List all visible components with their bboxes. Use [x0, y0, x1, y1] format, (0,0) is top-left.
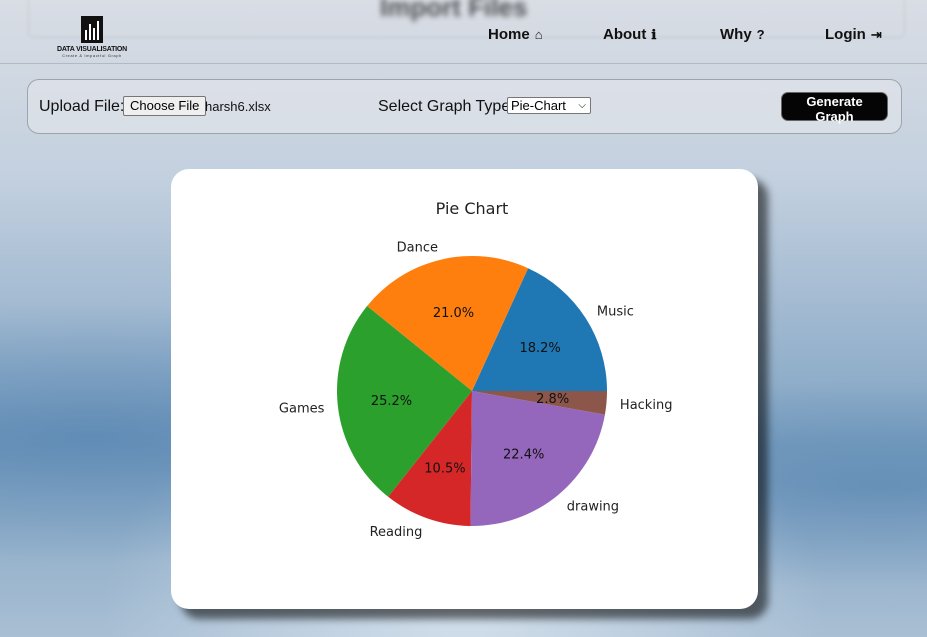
nav-why-link[interactable]: Why?	[720, 26, 765, 43]
logo-tagline: Create & Impactful Graph	[62, 53, 122, 58]
sign-in-icon: ⇥	[870, 27, 882, 42]
pie-pct-label-hacking: 2.8%	[536, 392, 569, 407]
brand-logo[interactable]: DATA VISUALISATION Create & Impactful Gr…	[52, 16, 132, 64]
graph-type-label: Select Graph Type:	[378, 98, 515, 115]
info-icon: ℹ	[651, 27, 657, 42]
pie-category-label-reading: Reading	[370, 525, 423, 540]
chevron-down-icon: ⌵	[578, 100, 586, 111]
logo-name: DATA VISUALISATION	[56, 46, 128, 53]
pie-category-label-music: Music	[597, 305, 634, 320]
bar-chart-logo-icon	[81, 16, 103, 43]
pie-chart: Pie Chart 18.2% Music 21.0% Dance 25.2% Games…	[279, 199, 673, 540]
choose-file-button[interactable]: Choose File	[123, 96, 207, 116]
pie-pct-label-reading: 10.5%	[424, 461, 465, 476]
graph-type-select[interactable]: Pie-Chart ⌵	[507, 97, 591, 114]
nav-why-label: Why	[720, 26, 752, 43]
pie-category-label-hacking: Hacking	[620, 398, 673, 413]
pie-pct-label-music: 18.2%	[519, 341, 560, 356]
nav-about-link[interactable]: About ℹ	[603, 26, 656, 43]
nav-about-label: About	[603, 26, 647, 43]
home-icon: ⌂	[534, 27, 543, 42]
pie-category-label-drawing: drawing	[567, 499, 619, 514]
chart-card: Pie Chart 18.2% Music 21.0% Dance 25.2% Games…	[171, 169, 758, 609]
nav-login-label: Login	[825, 26, 866, 43]
chart-title: Pie Chart	[436, 199, 509, 218]
question-icon: ?	[756, 27, 765, 42]
nav-login-link[interactable]: Login ⇥	[825, 26, 882, 43]
top-nav-bar: DATA VISUALISATION Create & Impactful Gr…	[0, 0, 927, 64]
pie-pct-label-drawing: 22.4%	[503, 447, 544, 462]
generate-graph-button[interactable]: Generate Graph	[781, 92, 888, 124]
pie-category-label-games: Games	[279, 401, 325, 416]
graph-type-value: Pie-Chart	[511, 98, 566, 113]
pie-pct-label-dance: 21.0%	[433, 306, 474, 321]
upload-toolbar: Upload File: Choose File harsh6.xlsx Sel…	[27, 79, 902, 134]
nav-home-link[interactable]: Home ⌂	[488, 26, 543, 43]
selected-file-name: harsh6.xlsx	[205, 99, 271, 114]
pie-category-label-dance: Dance	[397, 240, 438, 255]
upload-file-label: Upload File:	[39, 98, 125, 115]
nav-home-label: Home	[488, 26, 530, 43]
pie-pct-label-games: 25.2%	[371, 394, 412, 409]
